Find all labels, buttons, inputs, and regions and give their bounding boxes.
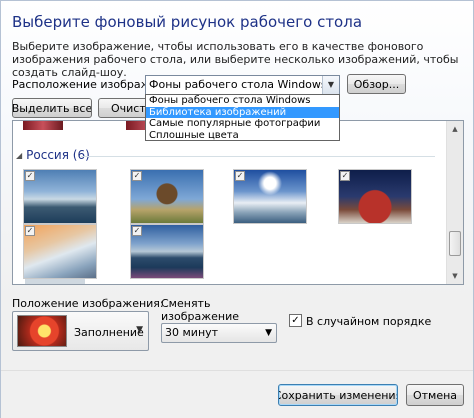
wallpaper-thumbnail[interactable]: ✓ xyxy=(338,169,412,224)
thumbnail-checkbox[interactable]: ✓ xyxy=(25,171,35,181)
group-header-russia[interactable]: ◢ Россия (6) xyxy=(16,148,90,162)
location-select-value: Фоны рабочего стола Windows xyxy=(149,78,327,91)
triangle-collapse-icon[interactable]: ◢ xyxy=(16,151,22,160)
thumbnail-checkbox[interactable]: ✓ xyxy=(25,226,35,236)
next-group-header-partial xyxy=(25,279,85,284)
chevron-down-icon: ▼ xyxy=(265,328,272,338)
position-select-value: Заполнение xyxy=(74,326,144,339)
location-option-highlighted[interactable]: Библиотека изображений xyxy=(146,106,339,118)
wallpaper-thumbnail[interactable]: ✓ xyxy=(23,169,97,224)
location-select[interactable]: Фоны рабочего стола Windows ▼ xyxy=(145,75,340,95)
location-option[interactable]: Самые популярные фотографии xyxy=(146,118,339,130)
browse-button[interactable]: Обзор... xyxy=(347,74,406,94)
chevron-down-icon: ▼ xyxy=(136,325,143,335)
group-divider xyxy=(81,156,435,157)
page-title: Выберите фоновый рисунок рабочего стола xyxy=(12,13,363,31)
chevron-down-icon[interactable]: ▼ xyxy=(322,76,339,94)
interval-select-value: 30 минут xyxy=(165,326,219,339)
desktop-background-panel: Выберите фоновый рисунок рабочего стола … xyxy=(0,0,474,418)
thumbnail-checkbox[interactable]: ✓ xyxy=(132,171,142,181)
location-option[interactable]: Сплошные цвета xyxy=(146,130,339,142)
partial-thumbnail[interactable] xyxy=(23,121,63,130)
location-dropdown-list: Фоны рабочего стола Windows Библиотека и… xyxy=(145,94,340,141)
interval-select[interactable]: 30 минут ▼ xyxy=(161,323,277,343)
wallpaper-thumbnail[interactable]: ✓ xyxy=(23,224,97,279)
dialog-footer: Сохранить изменения Отмена xyxy=(1,370,473,418)
scrollbar-thumb[interactable] xyxy=(449,231,461,256)
shuffle-checkbox[interactable]: ✓ xyxy=(289,314,302,327)
gallery-scrollbar[interactable]: ▲ ▼ xyxy=(446,121,463,284)
scroll-up-arrow-icon[interactable]: ▲ xyxy=(447,121,463,137)
wallpaper-gallery[interactable]: ◢ Россия (6) ✓ ✓ ✓ ✓ ✓ ✓ ▲ ▼ xyxy=(12,120,464,285)
thumbnail-checkbox[interactable]: ✓ xyxy=(132,226,142,236)
position-select[interactable]: Заполнение ▼ xyxy=(12,311,149,351)
thumbnail-checkbox[interactable]: ✓ xyxy=(235,171,245,181)
wallpaper-thumbnail[interactable]: ✓ xyxy=(130,169,204,224)
save-changes-button[interactable]: Сохранить изменения xyxy=(278,384,398,406)
location-option[interactable]: Фоны рабочего стола Windows xyxy=(146,95,339,107)
position-preview-icon xyxy=(17,315,67,347)
wallpaper-thumbnail[interactable]: ✓ xyxy=(233,169,307,224)
wallpaper-thumbnail[interactable]: ✓ xyxy=(130,224,204,279)
select-all-button[interactable]: Выделить все xyxy=(12,98,92,118)
checkmark-icon: ✓ xyxy=(291,315,300,326)
thumbnail-checkbox[interactable]: ✓ xyxy=(340,171,350,181)
position-label: Положение изображения: xyxy=(12,297,164,310)
group-name: Россия (6) xyxy=(26,148,90,162)
cancel-button[interactable]: Отмена xyxy=(406,384,464,406)
shuffle-label[interactable]: В случайном порядке xyxy=(306,315,431,328)
scroll-down-arrow-icon[interactable]: ▼ xyxy=(447,268,463,284)
